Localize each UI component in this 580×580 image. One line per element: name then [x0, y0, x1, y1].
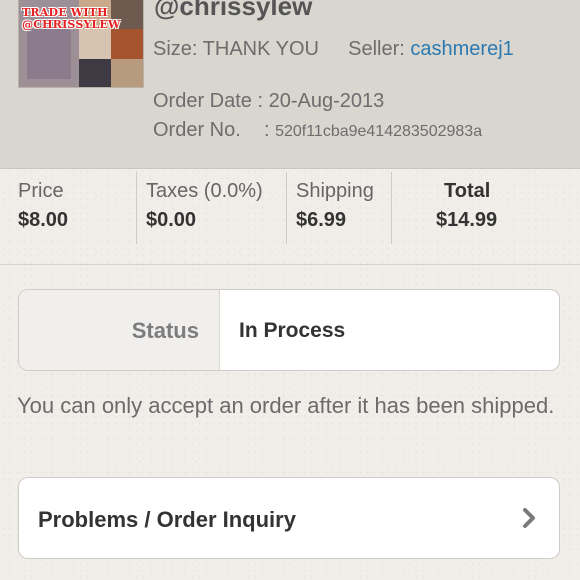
order-header: TRADE WITH @CHRISSYLEW @chrissylew Size:…	[0, 0, 580, 169]
total-value: $14.99	[436, 209, 498, 231]
total-column: Total $14.99	[392, 168, 580, 264]
thumbnail-watermark: TRADE WITH @CHRISSYLEW	[22, 6, 121, 31]
price-column: Price $8.00	[0, 168, 136, 264]
order-number-value: 520f11cba9e414283502983a	[275, 123, 483, 140]
shipping-note: You can only accept an order after it ha…	[17, 393, 555, 418]
taxes-column: Taxes (0.0%) $0.00	[137, 168, 287, 264]
thumbnail-tile	[111, 29, 143, 59]
status-panel: Status In Process	[18, 289, 560, 371]
thumbnail-tile	[27, 29, 71, 79]
size-value: THANK YOU	[202, 38, 319, 60]
order-date-value: 20-Aug-2013	[268, 90, 385, 112]
order-inquiry-label: Problems / Order Inquiry	[38, 507, 296, 532]
chevron-right-icon	[523, 508, 535, 528]
order-number-line: Order No. : 520f11cba9e414283502983a	[153, 119, 482, 142]
price-label: Price	[18, 180, 64, 202]
status-value: In Process	[239, 319, 346, 342]
order-number-separator: :	[263, 119, 270, 141]
status-label-cell: Status	[19, 290, 220, 370]
seller-link[interactable]: cashmerej1	[410, 38, 513, 60]
thumbnail-tile	[111, 59, 143, 87]
thumbnail-tile	[79, 59, 111, 87]
price-value: $8.00	[18, 209, 69, 231]
thumbnail-tile	[79, 29, 111, 59]
price-breakdown: Price $8.00 Taxes (0.0%) $0.00 Shipping …	[0, 168, 580, 265]
seller-label: Seller:	[348, 38, 405, 60]
buyer-username[interactable]: @chrissylew	[154, 0, 312, 22]
shipping-value: $6.99	[296, 209, 347, 231]
size-label: Size:	[153, 38, 198, 60]
shipping-column: Shipping $6.99	[287, 168, 392, 264]
order-date-line: Order Date : 20-Aug-2013	[153, 90, 384, 113]
product-thumbnail[interactable]: TRADE WITH @CHRISSYLEW	[18, 0, 144, 88]
order-number-label: Order No.	[153, 119, 241, 141]
order-inquiry-button[interactable]: Problems / Order Inquiry	[18, 477, 560, 559]
order-date-label: Order Date :	[153, 90, 264, 112]
taxes-label: Taxes (0.0%)	[146, 180, 263, 202]
size-seller-line: Size: THANK YOU Seller: cashmerej1	[153, 38, 514, 61]
status-label: Status	[131, 318, 199, 343]
total-label: Total	[444, 180, 491, 202]
shipping-label: Shipping	[296, 180, 374, 202]
taxes-value: $0.00	[146, 209, 197, 231]
